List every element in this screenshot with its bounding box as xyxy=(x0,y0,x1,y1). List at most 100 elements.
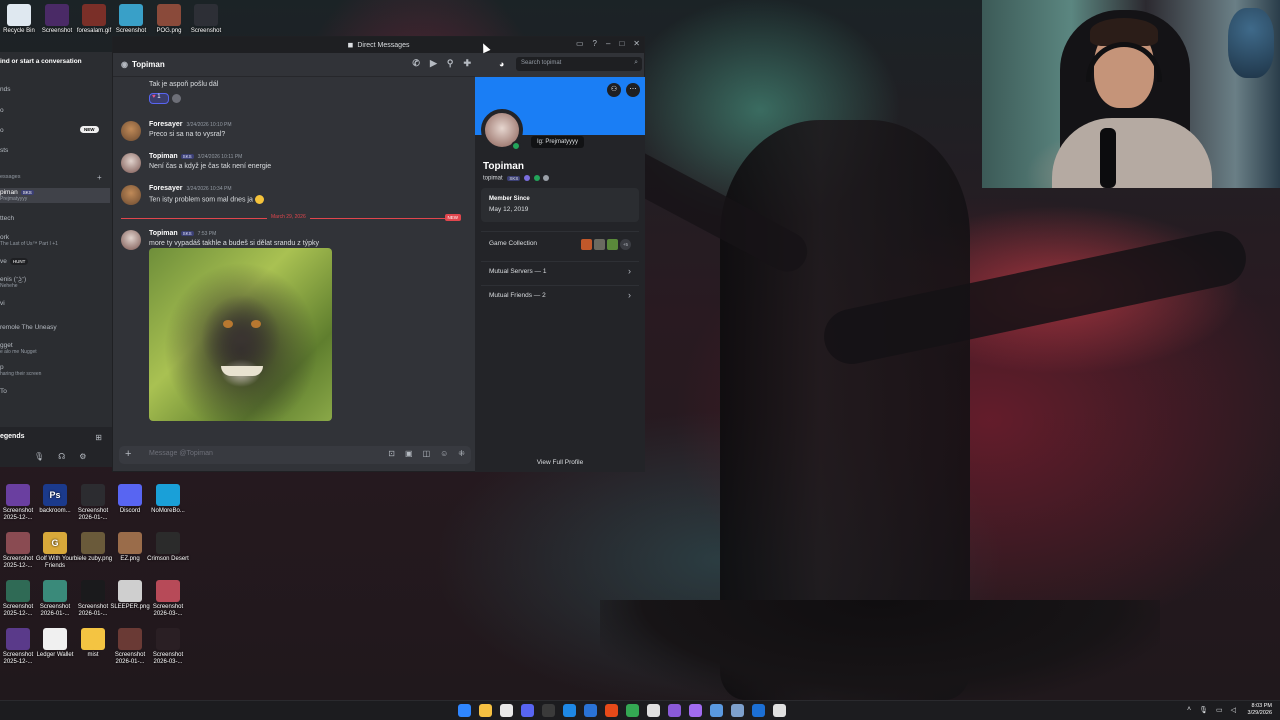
taskbar-app-icon[interactable] xyxy=(689,704,702,717)
taskbar-clock[interactable]: 8:03 PM 3/29/2026 xyxy=(1248,703,1272,717)
taskbar-app-icon[interactable] xyxy=(563,704,576,717)
taskbar-app-icon[interactable] xyxy=(710,704,723,717)
voice-call-icon[interactable]: ✆ xyxy=(412,58,420,69)
avatar[interactable] xyxy=(121,153,141,173)
dm-list-item[interactable]: To xyxy=(0,388,7,395)
apps-icon[interactable]: ⁜ xyxy=(458,449,465,458)
network-icon[interactable]: ▭ xyxy=(1216,706,1223,714)
taskbar-app-icon[interactable] xyxy=(479,704,492,717)
video-call-icon[interactable]: ▶ xyxy=(430,58,437,69)
view-full-profile-button[interactable]: View Full Profile xyxy=(475,459,645,466)
dm-list-item[interactable]: vi xyxy=(0,300,5,307)
game-collection-row[interactable]: Game Collection +5 xyxy=(481,231,639,255)
sticker-icon[interactable]: ◫ xyxy=(423,449,431,458)
close-button[interactable]: ✕ xyxy=(633,39,640,48)
avatar[interactable] xyxy=(121,185,141,205)
dm-header: ◉ Topiman ✆ ▶ ⚲ ✚ xyxy=(113,53,475,77)
dm-list-item[interactable]: p haring their screen xyxy=(0,364,41,377)
volume-icon[interactable]: ◁ xyxy=(1231,706,1236,714)
taskbar-app-icon[interactable] xyxy=(521,704,534,717)
taskbar-app-icon[interactable] xyxy=(773,704,786,717)
sidebar-item-friends[interactable]: nds xyxy=(0,86,10,93)
gif-icon[interactable]: ▣ xyxy=(405,449,413,458)
dm-status: e alo me Nugget xyxy=(0,349,37,355)
title-bar: ◼ Direct Messages ▭ ? – □ ✕ xyxy=(113,37,644,53)
minimize-button[interactable]: – xyxy=(606,39,610,48)
help-icon[interactable]: ? xyxy=(593,39,597,48)
game-icon xyxy=(581,239,592,250)
add-friend-icon[interactable]: ⚇ xyxy=(607,83,621,97)
dm-list-item[interactable]: enis (ᵔ͜ʖᵔ) Nehehe xyxy=(0,276,26,289)
taskbar-app-icon[interactable] xyxy=(584,704,597,717)
desktop-icon-label: Screenshot xyxy=(190,28,222,34)
maximize-button[interactable]: □ xyxy=(619,39,624,48)
find-conversation-button[interactable]: ind or start a conversation xyxy=(0,58,110,72)
dm-list-item[interactable]: piman SKS Prejmatyyyy xyxy=(0,188,110,203)
start-menu-icon[interactable] xyxy=(458,704,471,717)
headphones-icon[interactable]: ☊ xyxy=(58,452,65,461)
date-divider: March 29, 2026 NEW xyxy=(121,214,461,222)
voice-settings-icon[interactable]: ⊞ xyxy=(95,433,102,442)
dm-list-item[interactable]: ve HUNT xyxy=(0,258,29,265)
badge-icon xyxy=(533,175,540,181)
dm-list-item[interactable]: ttech xyxy=(0,215,14,222)
taskbar-app-icon[interactable] xyxy=(668,704,681,717)
dm-list-item[interactable]: gget e alo me Nugget xyxy=(0,342,37,355)
message-author[interactable]: Topiman xyxy=(149,153,178,160)
message-author[interactable]: Foresayer xyxy=(149,121,182,128)
desktop-icon[interactable]: Screenshot 2026-03-... xyxy=(146,580,190,618)
taskbar-app-icon[interactable] xyxy=(752,704,765,717)
pin-icon[interactable]: ⚲ xyxy=(447,58,454,69)
dm-list-item[interactable]: remole The Uneasy xyxy=(0,324,57,331)
search-input[interactable]: Search topimat ⌕ xyxy=(516,57,642,71)
microphone-icon[interactable]: 🎙 xyxy=(1199,706,1208,714)
add-friends-icon[interactable]: ✚ xyxy=(463,58,471,69)
avatar[interactable] xyxy=(121,230,141,250)
dm-header-name[interactable]: Topiman xyxy=(132,60,165,69)
add-reaction-icon[interactable] xyxy=(172,94,181,103)
direct-messages-heading: essages xyxy=(0,174,21,180)
taskbar-app-icon[interactable] xyxy=(542,704,555,717)
message-timestamp: 3/24/2026 10:11 PM xyxy=(197,154,243,160)
chevron-up-icon[interactable]: ˄ xyxy=(1187,706,1191,714)
microphone-icon[interactable]: 🎙 xyxy=(34,452,44,461)
mutual-friends-row[interactable]: Mutual Friends — 2 › xyxy=(481,285,639,305)
taskbar-app-icon[interactable] xyxy=(500,704,513,717)
desktop-icon[interactable]: Screenshot 2026-03-... xyxy=(146,628,190,666)
gift-icon[interactable]: ⊡ xyxy=(388,449,395,458)
image-attachment[interactable] xyxy=(149,248,332,421)
message-author[interactable]: Topiman xyxy=(149,230,178,237)
desktop-icon-thumb xyxy=(6,532,30,554)
mutual-servers-row[interactable]: Mutual Servers — 1 › xyxy=(481,261,639,281)
dm-status: Prejmatyyyy xyxy=(0,196,28,202)
create-dm-icon[interactable]: + xyxy=(97,173,102,182)
taskbar: ˄ 🎙 ▭ ◁ 8:03 PM 3/29/2026 xyxy=(0,700,1280,720)
sidebar-item-quests[interactable]: sts xyxy=(0,147,8,154)
sidebar-item-shop[interactable]: o xyxy=(0,127,4,134)
desktop-icon[interactable]: Screenshot xyxy=(184,4,228,35)
more-options-icon[interactable]: ⋯ xyxy=(626,83,640,97)
dm-name: p xyxy=(0,364,4,371)
dm-name: ve xyxy=(0,258,7,265)
reaction-button[interactable]: ♥ 1 xyxy=(149,93,169,104)
message-list: Tak je aspoň pošlu dál ♥ 1 Foresayer 3/24… xyxy=(113,77,475,432)
taskbar-app-icon[interactable] xyxy=(626,704,639,717)
message-author[interactable]: Foresayer xyxy=(149,185,182,192)
message-text: Ten isty problem som mal dnes ja xyxy=(149,196,253,204)
desktop-icon[interactable]: NoMoreBo... xyxy=(146,484,190,515)
inbox-icon[interactable]: ▭ xyxy=(576,39,584,48)
upload-plus-icon[interactable]: + xyxy=(125,448,131,460)
message-input[interactable]: + Message @Topiman ⊡ ▣ ◫ ☺ ⁜ xyxy=(119,446,471,464)
desktop-icon[interactable]: Crimson Desert xyxy=(146,532,190,563)
taskbar-app-icon[interactable] xyxy=(605,704,618,717)
sidebar-item-nitro[interactable]: o xyxy=(0,107,4,114)
taskbar-app-icon[interactable] xyxy=(647,704,660,717)
user-profile-icon[interactable]: ◕ xyxy=(499,59,504,69)
dm-list-item[interactable]: ork The Last of Us™ Part I +1 xyxy=(0,234,58,247)
avatar[interactable] xyxy=(121,121,141,141)
emoji-icon[interactable]: ☺ xyxy=(440,449,448,458)
mutual-servers-label: Mutual Servers — 1 xyxy=(489,268,547,275)
message-text: Preco si sa na to vysral? xyxy=(149,131,226,138)
gear-icon[interactable]: ⚙ xyxy=(79,452,86,461)
taskbar-app-icon[interactable] xyxy=(731,704,744,717)
